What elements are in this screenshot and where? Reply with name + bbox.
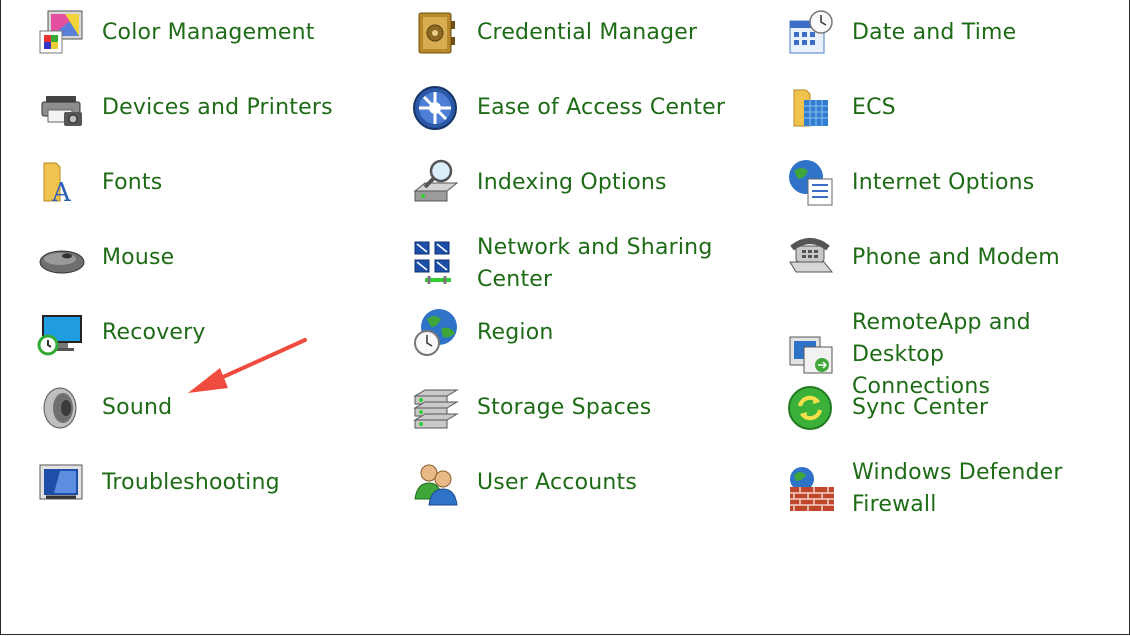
- item-credential-manager[interactable]: Credential Manager: [411, 7, 697, 59]
- item-label: Sound: [102, 395, 173, 420]
- sync-icon: [786, 382, 838, 434]
- item-windows-defender-firewall[interactable]: Windows Defender Firewall: [786, 457, 1063, 521]
- remoteapp-icon: [786, 329, 838, 381]
- phone-icon: [786, 232, 838, 284]
- item-label: Mouse: [102, 245, 175, 270]
- internet-options-icon: [786, 157, 838, 209]
- item-ease-of-access-center[interactable]: Ease of Access Center: [411, 82, 725, 134]
- color-management-icon: [36, 7, 88, 59]
- item-label: Network and Sharing Center: [477, 235, 713, 292]
- item-label: Windows Defender Firewall: [852, 460, 1063, 517]
- storage-icon: [411, 382, 463, 434]
- indexing-icon: [411, 157, 463, 209]
- item-label: Credential Manager: [477, 20, 698, 45]
- region-icon: [411, 307, 463, 359]
- item-label: Troubleshooting: [102, 470, 280, 495]
- item-internet-options[interactable]: Internet Options: [786, 157, 1034, 209]
- item-ecs[interactable]: ECS: [786, 82, 896, 134]
- network-icon: [411, 238, 463, 290]
- item-network-and-sharing-center[interactable]: Network and Sharing Center: [411, 232, 713, 296]
- item-label: Fonts: [102, 170, 163, 195]
- item-fonts[interactable]: A Fonts: [36, 157, 162, 209]
- item-label: Storage Spaces: [477, 395, 652, 420]
- item-region[interactable]: Region: [411, 307, 554, 359]
- item-mouse[interactable]: Mouse: [36, 232, 174, 284]
- credential-manager-icon: [411, 7, 463, 59]
- mouse-icon: [36, 232, 88, 284]
- item-label: Devices and Printers: [102, 95, 333, 120]
- item-label: ECS: [852, 95, 896, 120]
- item-sound[interactable]: Sound: [36, 382, 172, 434]
- user-accounts-icon: [411, 457, 463, 509]
- item-label: Recovery: [102, 320, 206, 345]
- item-recovery[interactable]: Recovery: [36, 307, 206, 359]
- date-time-icon: [786, 7, 838, 59]
- item-label: Internet Options: [852, 170, 1035, 195]
- fonts-icon: A: [36, 157, 88, 209]
- item-label: Sync Center: [852, 395, 989, 420]
- item-devices-and-printers[interactable]: Devices and Printers: [36, 82, 333, 134]
- item-label: Region: [477, 320, 554, 345]
- item-label: Ease of Access Center: [477, 95, 726, 120]
- item-indexing-options[interactable]: Indexing Options: [411, 157, 667, 209]
- item-label: Indexing Options: [477, 170, 667, 195]
- item-label: Color Management: [102, 20, 315, 45]
- speaker-icon: [36, 382, 88, 434]
- recovery-icon: [36, 307, 88, 359]
- item-user-accounts[interactable]: User Accounts: [411, 457, 637, 509]
- devices-printers-icon: [36, 82, 88, 134]
- troubleshooting-icon: [36, 457, 88, 509]
- item-label: User Accounts: [477, 470, 638, 495]
- item-phone-and-modem[interactable]: Phone and Modem: [786, 232, 1060, 284]
- item-color-management[interactable]: Color Management: [36, 7, 315, 59]
- item-sync-center[interactable]: Sync Center: [786, 382, 988, 434]
- ease-of-access-icon: [411, 82, 463, 134]
- item-label: Phone and Modem: [852, 245, 1060, 270]
- item-troubleshooting[interactable]: Troubleshooting: [36, 457, 280, 509]
- item-date-and-time[interactable]: Date and Time: [786, 7, 1016, 59]
- firewall-icon: [786, 463, 838, 515]
- item-label: Date and Time: [852, 20, 1017, 45]
- folder-icon: [786, 82, 838, 134]
- item-storage-spaces[interactable]: Storage Spaces: [411, 382, 651, 434]
- svg-text:A: A: [51, 178, 72, 208]
